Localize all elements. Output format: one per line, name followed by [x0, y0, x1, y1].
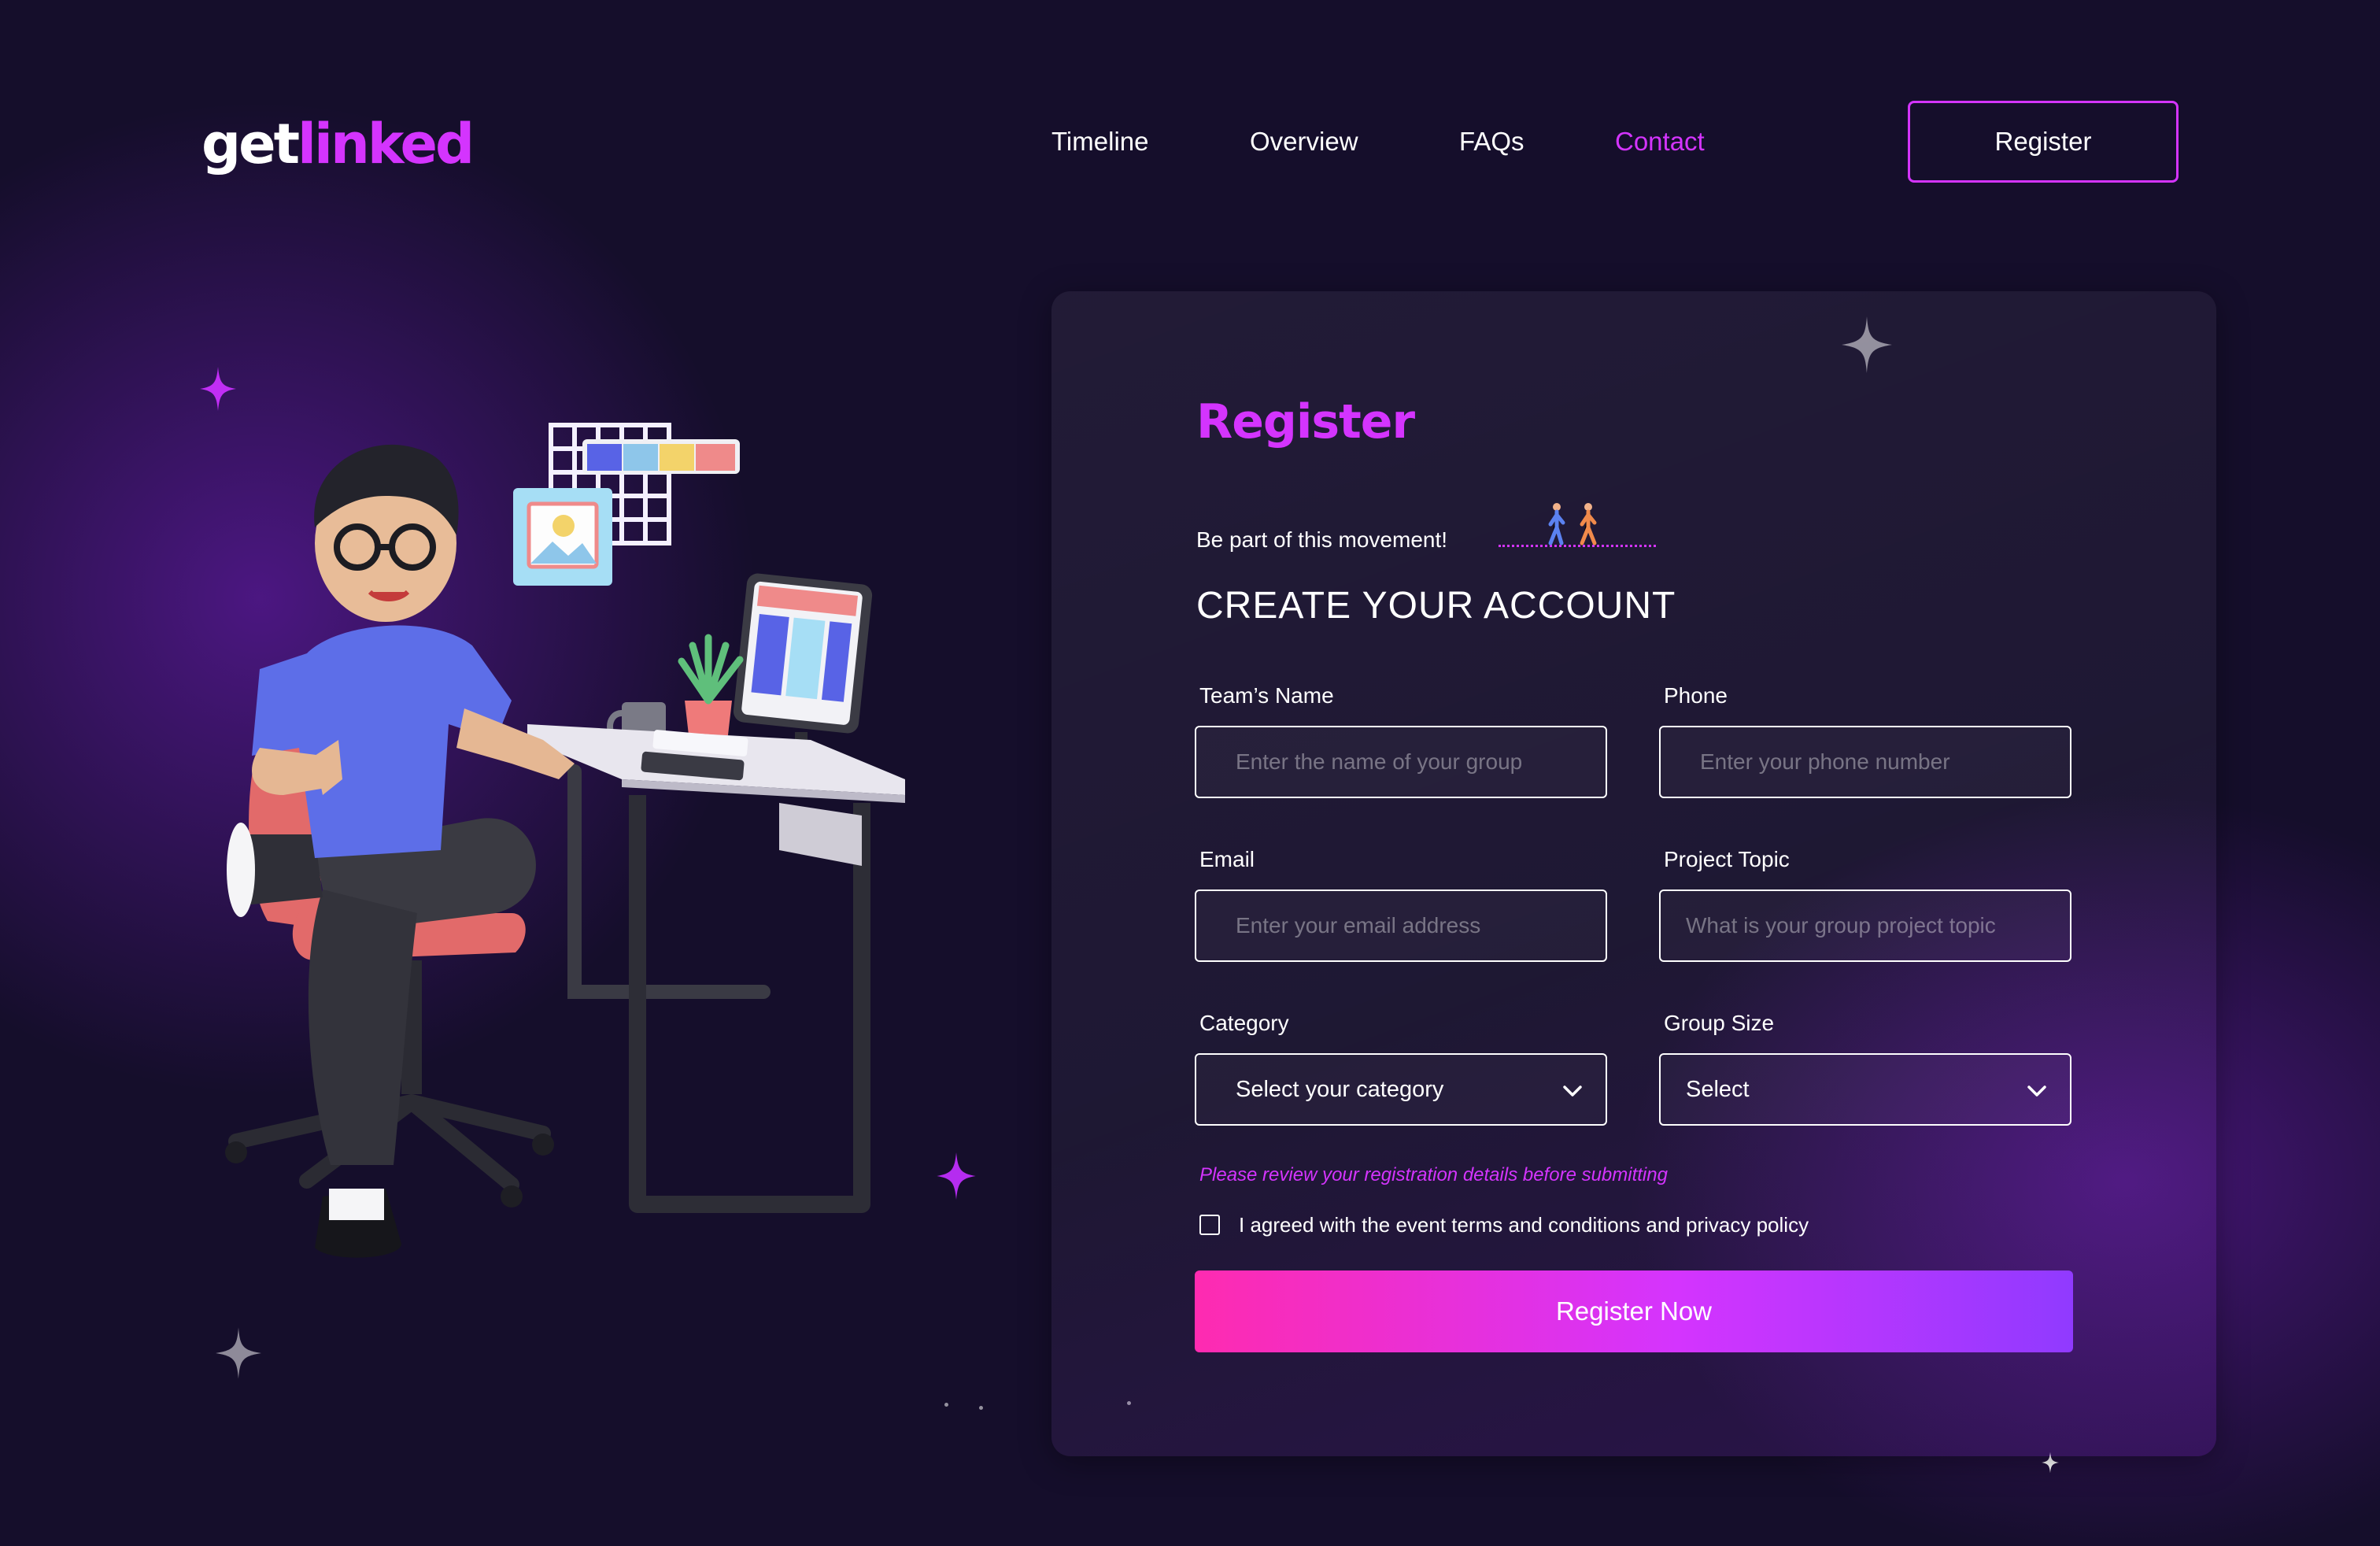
floating-grid-graphic: [513, 423, 740, 586]
sparkle-icon: [216, 1327, 261, 1379]
category-label: Category: [1199, 1011, 1289, 1035]
monitor-graphic: [733, 573, 873, 756]
email-input[interactable]: [1195, 890, 1607, 962]
desk-graphic: [527, 724, 905, 1213]
phone-input[interactable]: [1659, 726, 2071, 798]
nav-faqs[interactable]: FAQs: [1459, 118, 1524, 165]
terms-checkbox[interactable]: [1199, 1215, 1220, 1235]
group-size-select[interactable]: Select: [1659, 1053, 2071, 1126]
create-account-heading: CREATE YOUR ACCOUNT: [1196, 585, 1676, 627]
project-topic-label: Project Topic: [1664, 847, 1790, 871]
nav-overview[interactable]: Overview: [1250, 118, 1358, 165]
header-register-button[interactable]: Register: [1908, 101, 2179, 183]
chevron-down-icon: [1563, 1086, 1582, 1097]
group-size-label: Group Size: [1664, 1011, 1775, 1035]
walking-people-icon: [1548, 503, 1597, 546]
team-name-input[interactable]: [1195, 726, 1607, 798]
logo-get: get: [201, 112, 300, 176]
nav-contact[interactable]: Contact: [1615, 118, 1705, 165]
email-label: Email: [1199, 847, 1255, 871]
chevron-down-icon: [2027, 1086, 2046, 1097]
phone-label: Phone: [1664, 683, 1728, 708]
category-select[interactable]: Select your category: [1195, 1053, 1607, 1126]
project-topic-input[interactable]: [1659, 890, 2071, 962]
form-tagline: Be part of this movement!: [1196, 527, 1448, 552]
terms-text: I agreed with the event terms and condit…: [1239, 1212, 1809, 1237]
sparkle-icon: [200, 367, 236, 411]
sparkle-icon: [937, 1152, 976, 1200]
decor-dot: [944, 1403, 948, 1407]
category-select-value: Select your category: [1236, 1076, 1444, 1102]
review-note: Please review your registration details …: [1199, 1164, 1668, 1185]
developer-at-desk-illustration: [225, 423, 905, 1258]
team-name-label: Team’s Name: [1199, 683, 1334, 708]
terms-agreement: I agreed with the event terms and condit…: [1199, 1211, 1809, 1239]
group-size-select-value: Select: [1686, 1076, 1750, 1102]
logo-linked: linked: [298, 112, 475, 176]
decor-dot: [979, 1406, 983, 1410]
register-now-button[interactable]: Register Now: [1195, 1270, 2073, 1352]
form-title: Register: [1196, 394, 1415, 449]
logo[interactable]: getlinked: [201, 109, 475, 179]
nav-timeline[interactable]: Timeline: [1051, 118, 1148, 165]
